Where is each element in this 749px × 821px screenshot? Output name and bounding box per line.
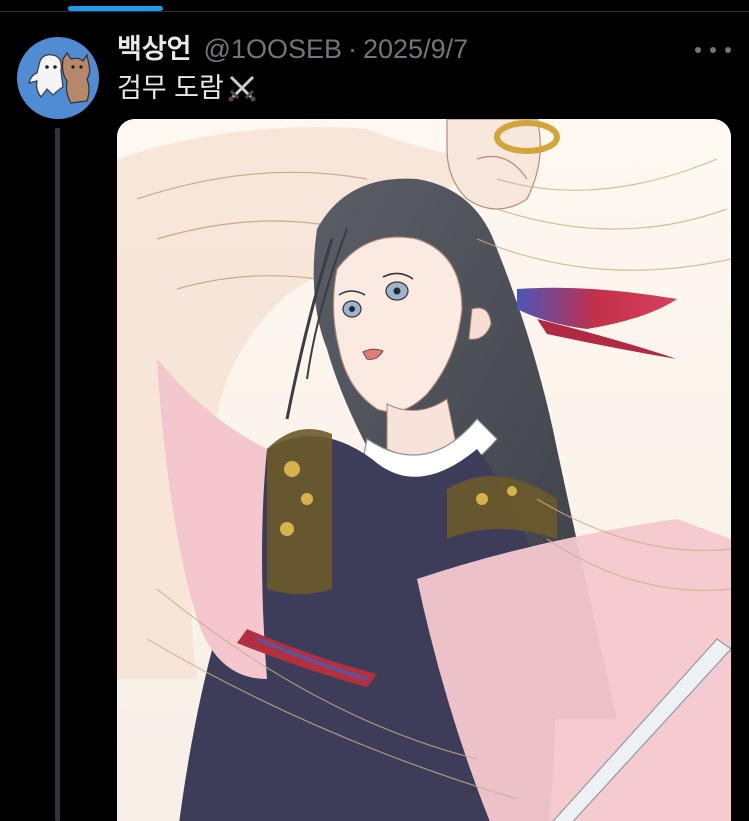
top-divider <box>0 11 749 12</box>
ghost-and-cat-avatar-icon <box>28 51 91 104</box>
post-text: 검무 도람 <box>117 70 258 106</box>
tweet-screen: 백상언 @1OOSEB · 2025/9/7 검무 도람 <box>0 0 749 821</box>
illustration-sword-dancer-icon <box>117 119 731 821</box>
more-dot-icon <box>710 47 716 53</box>
more-options-button[interactable] <box>695 36 731 64</box>
tweet-header: 백상언 @1OOSEB · 2025/9/7 <box>117 32 468 66</box>
crossed-swords-icon <box>226 72 258 104</box>
post-text-content: 검무 도람 <box>117 73 224 103</box>
post-media-image[interactable] <box>117 119 731 821</box>
post-date[interactable]: 2025/9/7 <box>363 32 468 66</box>
avatar[interactable] <box>17 37 99 119</box>
display-name[interactable]: 백상언 <box>117 32 192 66</box>
separator-dot: · <box>348 34 357 64</box>
more-dot-icon <box>725 47 731 53</box>
more-dot-icon <box>695 47 701 53</box>
thread-line <box>55 128 60 821</box>
user-handle[interactable]: @1OOSEB <box>204 32 342 66</box>
